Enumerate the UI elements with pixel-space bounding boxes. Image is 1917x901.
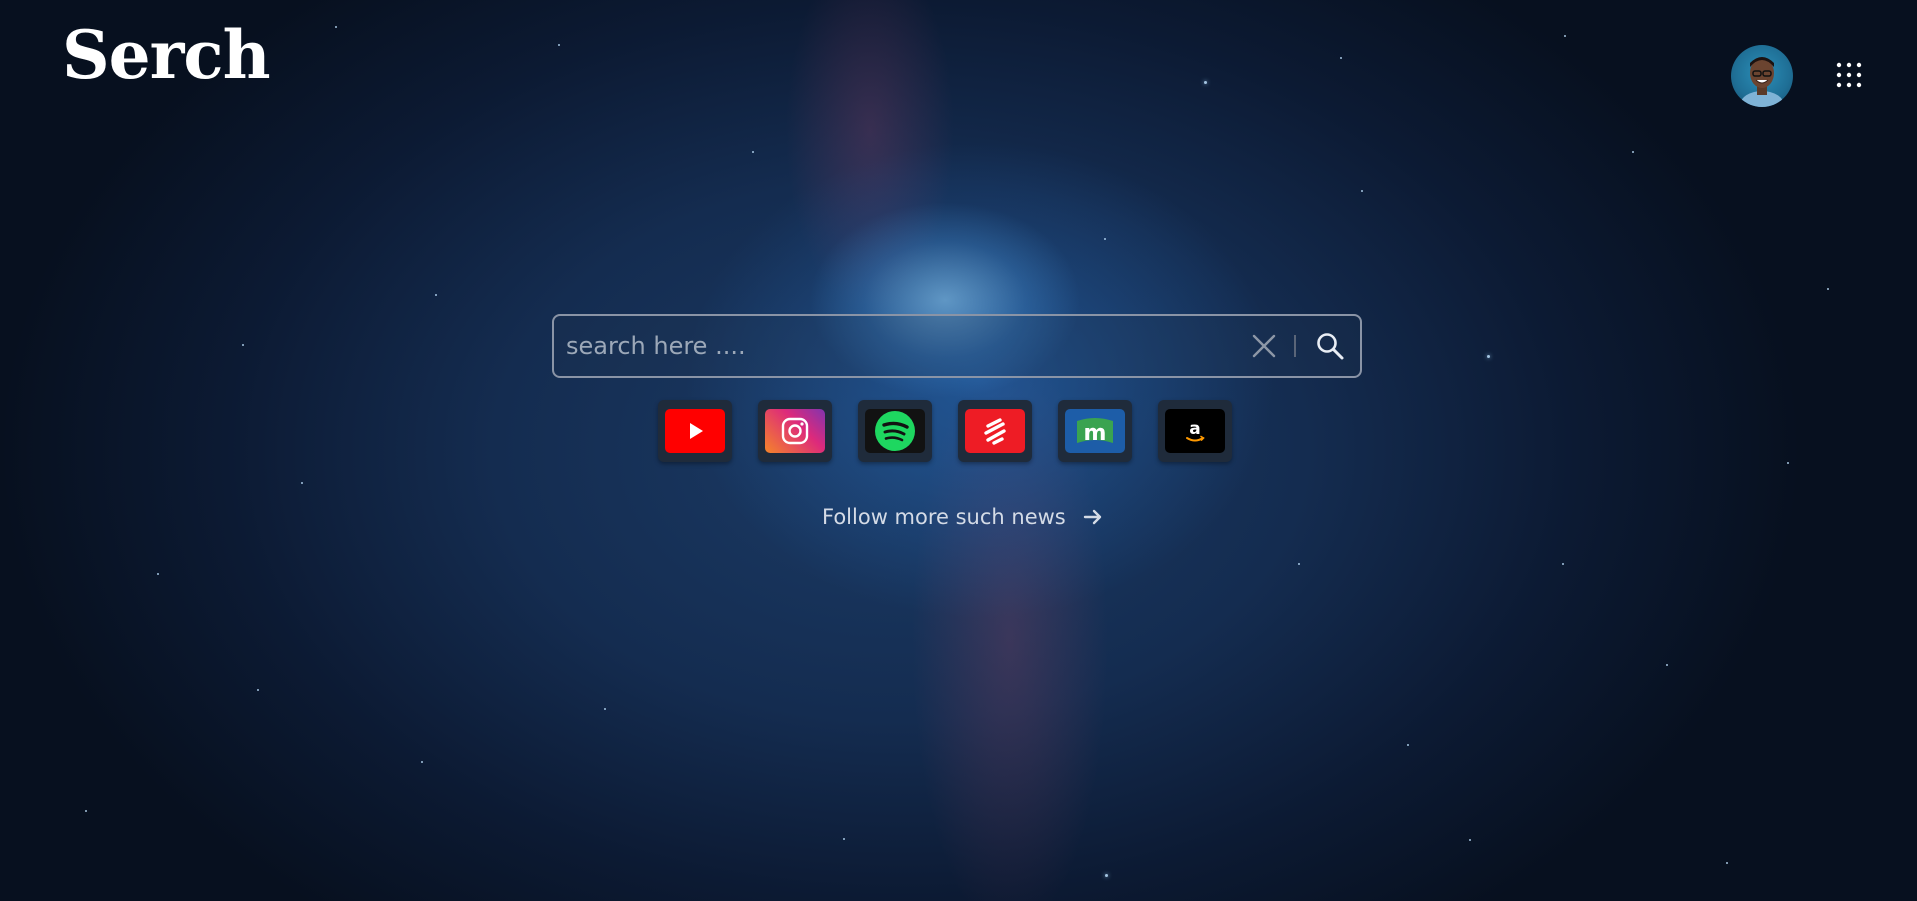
- svg-text:a: a: [1189, 419, 1200, 439]
- search-submit-button[interactable]: [1310, 326, 1350, 366]
- app-logo[interactable]: Serch: [62, 22, 271, 88]
- moneycontrol-icon: m: [1065, 409, 1125, 453]
- youtube-icon: [665, 409, 725, 453]
- search-input[interactable]: [554, 315, 1244, 377]
- avatar[interactable]: [1731, 45, 1793, 107]
- search-bar: [552, 314, 1362, 378]
- shortcut-indian-express[interactable]: [958, 400, 1032, 462]
- apps-grid-button[interactable]: [1836, 62, 1862, 88]
- shortcut-amazon[interactable]: a: [1158, 400, 1232, 462]
- search-icon: [1317, 333, 1344, 360]
- svg-text:m: m: [1084, 421, 1107, 446]
- indian-express-icon: [965, 409, 1025, 453]
- search-divider: [1294, 335, 1296, 357]
- shortcut-spotify[interactable]: [858, 400, 932, 462]
- arrow-right-icon: [1083, 509, 1101, 525]
- close-icon: [1252, 334, 1276, 358]
- user-photo: [1740, 57, 1784, 107]
- shortcut-youtube[interactable]: [658, 400, 732, 462]
- amazon-icon: a: [1165, 409, 1225, 453]
- clear-search-button[interactable]: [1244, 326, 1284, 366]
- follow-more-news-link[interactable]: Follow more such news: [822, 505, 1104, 529]
- grid-dots-icon: [1836, 62, 1862, 88]
- shortcut-instagram[interactable]: [758, 400, 832, 462]
- shortcut-moneycontrol[interactable]: m: [1058, 400, 1132, 462]
- follow-more-news-label: Follow more such news: [822, 505, 1066, 529]
- shortcut-bar: m a: [658, 400, 1232, 462]
- instagram-icon: [765, 409, 825, 453]
- spotify-icon: [865, 409, 925, 453]
